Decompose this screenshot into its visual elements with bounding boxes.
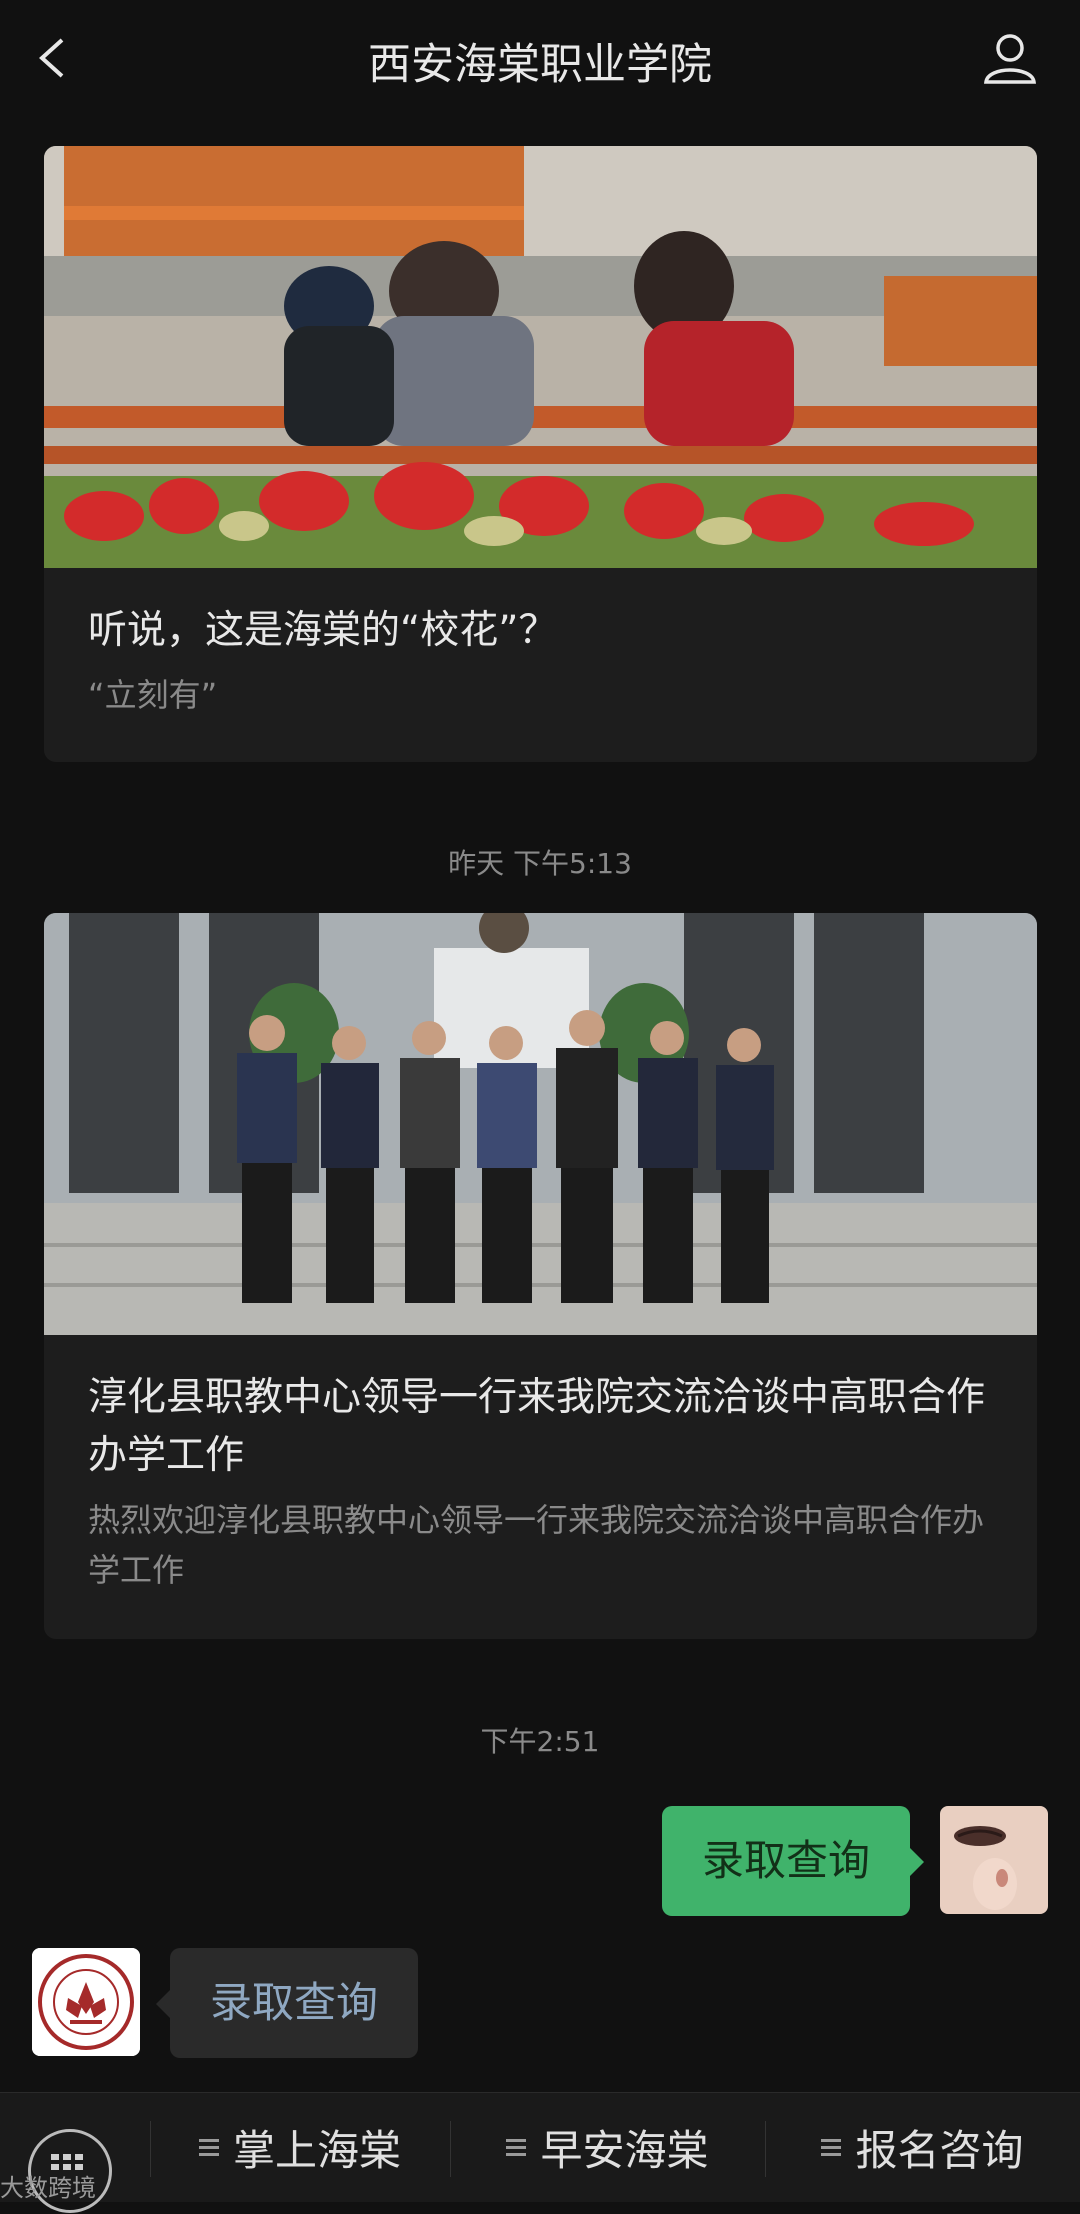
article-title: 听说，这是海棠的“校花”？ <box>88 608 558 653</box>
bottom-menu-bar: 掌上海棠 早安海棠 报名咨询 <box>0 2092 1080 2213</box>
sent-message-bubble[interactable]: 录取查询 <box>662 1806 924 1916</box>
menu-lines-icon <box>821 2135 842 2160</box>
college-logo-avatar[interactable] <box>32 1948 140 2056</box>
article-card[interactable]: 淳化县职教中心领导一行来我院交流洽谈中高职合作办学工作 热烈欢迎淳化县职教中心领… <box>44 913 1037 1639</box>
article-cover-image <box>44 146 1037 568</box>
header-bar: 西安海棠职业学院 <box>0 0 1080 118</box>
menu-item-registration-consult[interactable]: 报名咨询 <box>765 2093 1080 2202</box>
menu-item-palm-haitang[interactable]: 掌上海棠 <box>150 2093 450 2202</box>
page-title: 西安海棠职业学院 <box>368 40 712 90</box>
menu-item-label: 早安海棠 <box>540 2126 709 2175</box>
article-description: 热烈欢迎淳化县职教中心领导一行来我院交流洽谈中高职合作办学工作 <box>88 1501 985 1589</box>
menu-item-label: 掌上海棠 <box>232 2126 401 2175</box>
menu-item-label: 报名咨询 <box>855 2126 1024 2175</box>
user-avatar[interactable] <box>940 1806 1048 1914</box>
article-card[interactable]: 听说，这是海棠的“校花”？ “立刻有” <box>44 146 1037 762</box>
menu-lines-icon <box>198 2135 219 2160</box>
chat-timestamp: 下午2:51 <box>480 1725 600 1758</box>
article-title: 淳化县职教中心领导一行来我院交流洽谈中高职合作办学工作 <box>88 1375 986 1478</box>
watermark-text: 大数跨境 <box>0 2174 96 2202</box>
article-description: “立刻有” <box>88 676 218 714</box>
menu-item-morning-haitang[interactable]: 早安海棠 <box>450 2093 765 2202</box>
profile-icon[interactable] <box>980 28 1040 88</box>
received-message-bubble[interactable]: 录取查询 <box>156 1948 418 2058</box>
article-cover-image <box>44 913 1037 1335</box>
menu-lines-icon <box>506 2135 527 2160</box>
chat-timestamp: 昨天 下午5:13 <box>448 847 632 880</box>
